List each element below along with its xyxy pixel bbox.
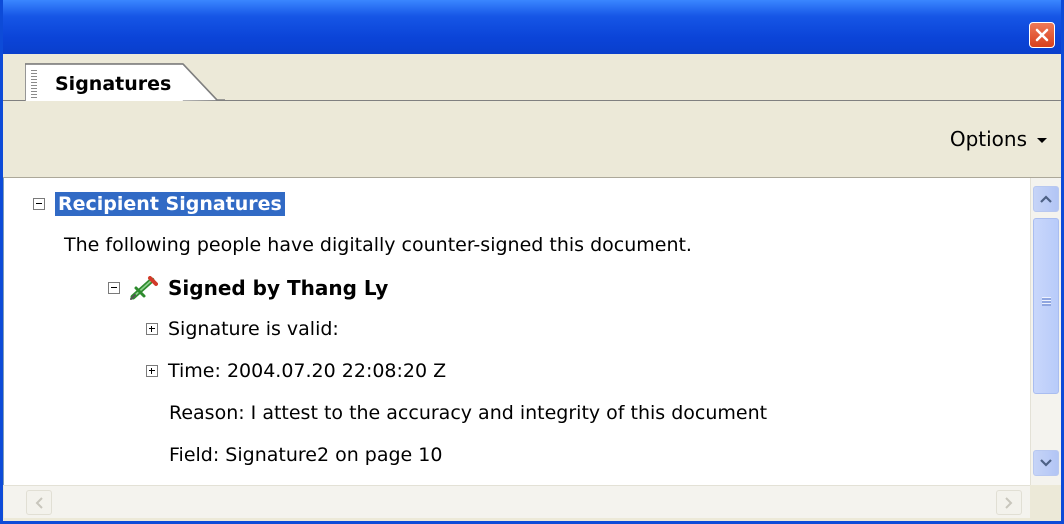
tab-signatures[interactable]: Signatures [25, 62, 225, 102]
scroll-thumb[interactable] [1033, 218, 1059, 394]
scroll-up-button[interactable] [1033, 186, 1059, 212]
panel-toolbar: Options [3, 101, 1061, 178]
tab-label: Signatures [55, 73, 172, 95]
scroll-grip-icon [1042, 297, 1051, 306]
tab-strip: Signatures [3, 54, 1061, 102]
tree-item-label: Time: 2004.07.20 22:08:20 Z [168, 360, 447, 382]
signature-pen-icon [130, 276, 158, 300]
tree-node-signature-validity[interactable]: Signature is valid: [146, 318, 339, 340]
tree-node-time[interactable]: Time: 2004.07.20 22:08:20 Z [146, 360, 446, 382]
title-bar [3, 0, 1061, 54]
chevron-left-icon [35, 496, 43, 509]
close-icon [1035, 28, 1049, 42]
scroll-down-button[interactable] [1033, 450, 1059, 476]
description-label: The following people have digitally coun… [64, 234, 692, 256]
tree-item-field: Field: Signature2 on page 10 [169, 444, 442, 466]
scrollbar-corner [1030, 485, 1061, 518]
scroll-right-button[interactable] [996, 490, 1022, 515]
options-menu-button[interactable]: Options [950, 127, 1047, 151]
signatures-window: Signatures Options Recipient Signatures … [0, 0, 1064, 524]
tree-item-label: Field: Signature2 on page 10 [169, 444, 443, 466]
signer-label: Signed by Thang Ly [168, 276, 389, 300]
chevron-right-icon [1005, 496, 1013, 509]
options-label: Options [949, 127, 1027, 151]
collapse-icon[interactable] [108, 282, 120, 294]
tree-node-label: Recipient Signatures [55, 192, 285, 216]
tree-item-reason: Reason: I attest to the accuracy and int… [169, 402, 767, 424]
tree-node-signer[interactable]: Signed by Thang Ly [108, 276, 388, 300]
chevron-down-icon [1037, 137, 1047, 143]
vertical-scrollbar[interactable] [1030, 178, 1061, 485]
expand-icon[interactable] [146, 323, 158, 335]
tree-node-recipient-signatures[interactable]: Recipient Signatures [33, 192, 285, 216]
horizontal-scrollbar[interactable] [4, 485, 1030, 518]
signature-tree-view: Recipient Signatures The following peopl… [3, 178, 1031, 485]
close-button[interactable] [1029, 22, 1055, 48]
tab-grip[interactable] [31, 70, 37, 100]
tree-item-label: Signature is valid: [168, 318, 339, 340]
tree-item-label: Reason: I attest to the accuracy and int… [169, 402, 768, 424]
expand-icon[interactable] [146, 365, 158, 377]
chevron-up-icon [1040, 195, 1052, 203]
scroll-left-button[interactable] [26, 490, 52, 515]
collapse-icon[interactable] [33, 198, 45, 210]
description-text: The following people have digitally coun… [64, 234, 692, 256]
chevron-down-icon [1040, 459, 1052, 467]
